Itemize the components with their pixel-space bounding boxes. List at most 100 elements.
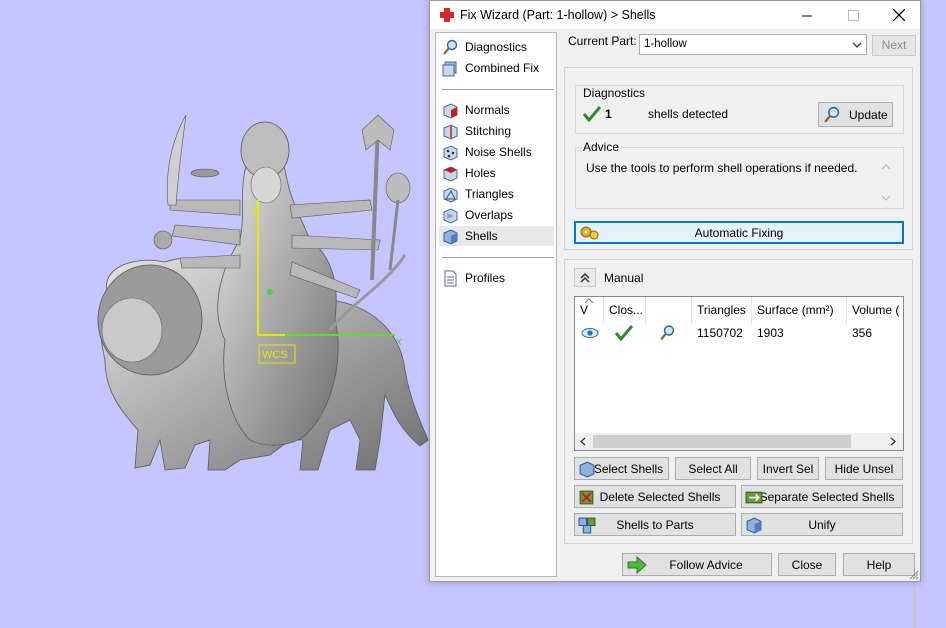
- combined-fix-icon: [442, 61, 457, 76]
- shells-icon: [443, 228, 458, 245]
- chevron-down-icon: [852, 42, 862, 48]
- document-icon: [444, 270, 457, 286]
- nav-label: Stitching: [465, 124, 512, 138]
- nav-label: Profiles: [465, 271, 506, 285]
- maximize-icon: [847, 9, 859, 21]
- minimize-button[interactable]: [784, 1, 830, 29]
- volume-cell: 356: [852, 326, 873, 340]
- nav-label: Noise Shells: [465, 145, 532, 159]
- invert-selection-button[interactable]: Invert Sel: [757, 457, 819, 480]
- close-window-button[interactable]: [876, 1, 922, 29]
- horizontal-scrollbar[interactable]: [575, 433, 903, 450]
- nav-label: Combined Fix: [465, 61, 540, 75]
- close-icon: [893, 9, 905, 21]
- chevron-up-double-icon: [580, 272, 590, 283]
- separate-shells-icon: [745, 491, 763, 504]
- magnifier-icon: [824, 106, 840, 123]
- wizard-nav-panel: Diagnostics Combined Fix Normals Stitchi…: [435, 32, 557, 577]
- column-header[interactable]: [646, 297, 692, 324]
- column-header[interactable]: Triangles: [692, 297, 752, 324]
- shells-detected-label: shells detected: [648, 107, 729, 121]
- red-cross-icon: [440, 8, 454, 22]
- unify-icon: [746, 517, 762, 534]
- maximize-button[interactable]: [830, 1, 876, 29]
- update-button[interactable]: Update: [818, 102, 893, 127]
- collapse-button[interactable]: [574, 268, 596, 287]
- noise-shells-icon: [443, 144, 458, 161]
- axis-y-label: y: [252, 204, 258, 216]
- shells-icon: [579, 461, 595, 478]
- column-header[interactable]: Surface (mm²): [752, 297, 847, 324]
- scrollbar-thumb[interactable]: [593, 435, 851, 448]
- nav-item-combined-fix[interactable]: Combined Fix: [439, 58, 554, 78]
- current-part-select[interactable]: 1-hollow: [639, 34, 867, 55]
- nav-label: Overlaps: [465, 208, 514, 222]
- nav-label: Holes: [465, 166, 496, 180]
- select-all-button[interactable]: Select All: [675, 457, 751, 480]
- overlaps-icon: [443, 207, 458, 224]
- window-title: Fix Wizard (Part: 1-hollow) > Shells: [460, 8, 656, 22]
- nav-label: Shells: [465, 229, 498, 243]
- follow-advice-button[interactable]: Follow Advice: [622, 553, 772, 576]
- nav-item-triangles[interactable]: Triangles: [439, 184, 554, 204]
- nav-item-stitching[interactable]: Stitching: [439, 121, 554, 141]
- automatic-fixing-button[interactable]: Automatic Fixing: [574, 221, 904, 244]
- nav-item-overlaps[interactable]: Overlaps: [439, 205, 554, 225]
- select-shells-button[interactable]: Select Shells: [574, 457, 669, 480]
- nav-item-holes[interactable]: Holes: [439, 163, 554, 183]
- column-header[interactable]: Volume (: [847, 297, 903, 324]
- help-button[interactable]: Help: [843, 553, 915, 576]
- close-button[interactable]: Close: [778, 553, 836, 576]
- manual-label: Manual: [604, 271, 644, 285]
- column-header[interactable]: Clos...: [604, 297, 646, 324]
- axis-x-label: x: [396, 336, 402, 348]
- shell-count: 1: [605, 107, 612, 121]
- nav-separator: [442, 257, 554, 258]
- nav-label: Diagnostics: [465, 40, 528, 54]
- unify-button[interactable]: Unify: [741, 513, 903, 536]
- advice-frame: [575, 147, 904, 209]
- chevron-right-icon[interactable]: [889, 437, 897, 446]
- title-bar[interactable]: Fix Wizard (Part: 1-hollow) > Shells: [430, 1, 920, 29]
- corner-marker: [914, 588, 922, 628]
- nav-item-diagnostics[interactable]: Diagnostics: [439, 37, 554, 57]
- holes-icon: [443, 165, 458, 182]
- eye-icon[interactable]: [581, 324, 599, 342]
- arrow-right-icon: [627, 556, 647, 574]
- sort-ascending-icon: [585, 298, 593, 303]
- current-part-label: Current Part:: [568, 34, 637, 48]
- nav-label: Normals: [465, 103, 510, 117]
- gears-icon: [580, 226, 599, 240]
- delete-shells-icon: [579, 490, 594, 505]
- magnifier-icon: [443, 39, 458, 55]
- triangles-icon: [443, 186, 458, 203]
- statue-model[interactable]: y x WCS: [0, 0, 430, 628]
- nav-item-shells[interactable]: Shells: [439, 226, 554, 246]
- advice-title: Advice: [582, 140, 621, 154]
- stitching-icon: [443, 123, 458, 140]
- nav-item-profiles[interactable]: Profiles: [439, 268, 554, 288]
- manual-group: Manual V Clos... Triangles Surface (mm²)…: [564, 259, 913, 544]
- update-label: Update: [849, 107, 888, 122]
- magnifier-icon[interactable]: [659, 324, 676, 342]
- shells-to-parts-button[interactable]: Shells to Parts: [574, 513, 736, 536]
- hide-unselected-button[interactable]: Hide Unsel: [825, 457, 903, 480]
- column-header[interactable]: V: [575, 297, 604, 324]
- nav-item-noise-shells[interactable]: Noise Shells: [439, 142, 554, 162]
- nav-separator: [442, 89, 554, 90]
- shells-to-parts-icon: [578, 517, 596, 534]
- minimize-icon: [801, 15, 812, 16]
- triangles-cell: 1150702: [697, 326, 743, 340]
- automatic-fixing-label: Automatic Fixing: [694, 225, 784, 240]
- advice-scrollbar[interactable]: [878, 159, 894, 206]
- next-button[interactable]: Next: [872, 35, 916, 56]
- surface-cell: 1903: [757, 326, 784, 340]
- separate-selected-shells-button[interactable]: Separate Selected Shells: [741, 485, 903, 508]
- resize-grip-icon[interactable]: [909, 570, 919, 580]
- check-icon: [583, 106, 601, 122]
- nav-item-normals[interactable]: Normals: [439, 100, 554, 120]
- delete-selected-shells-button[interactable]: Delete Selected Shells: [574, 485, 736, 508]
- chevron-left-icon[interactable]: [579, 437, 587, 446]
- shells-table[interactable]: V Clos... Triangles Surface (mm²) Volume…: [574, 296, 904, 451]
- advice-text: Use the tools to perform shell operation…: [586, 161, 858, 175]
